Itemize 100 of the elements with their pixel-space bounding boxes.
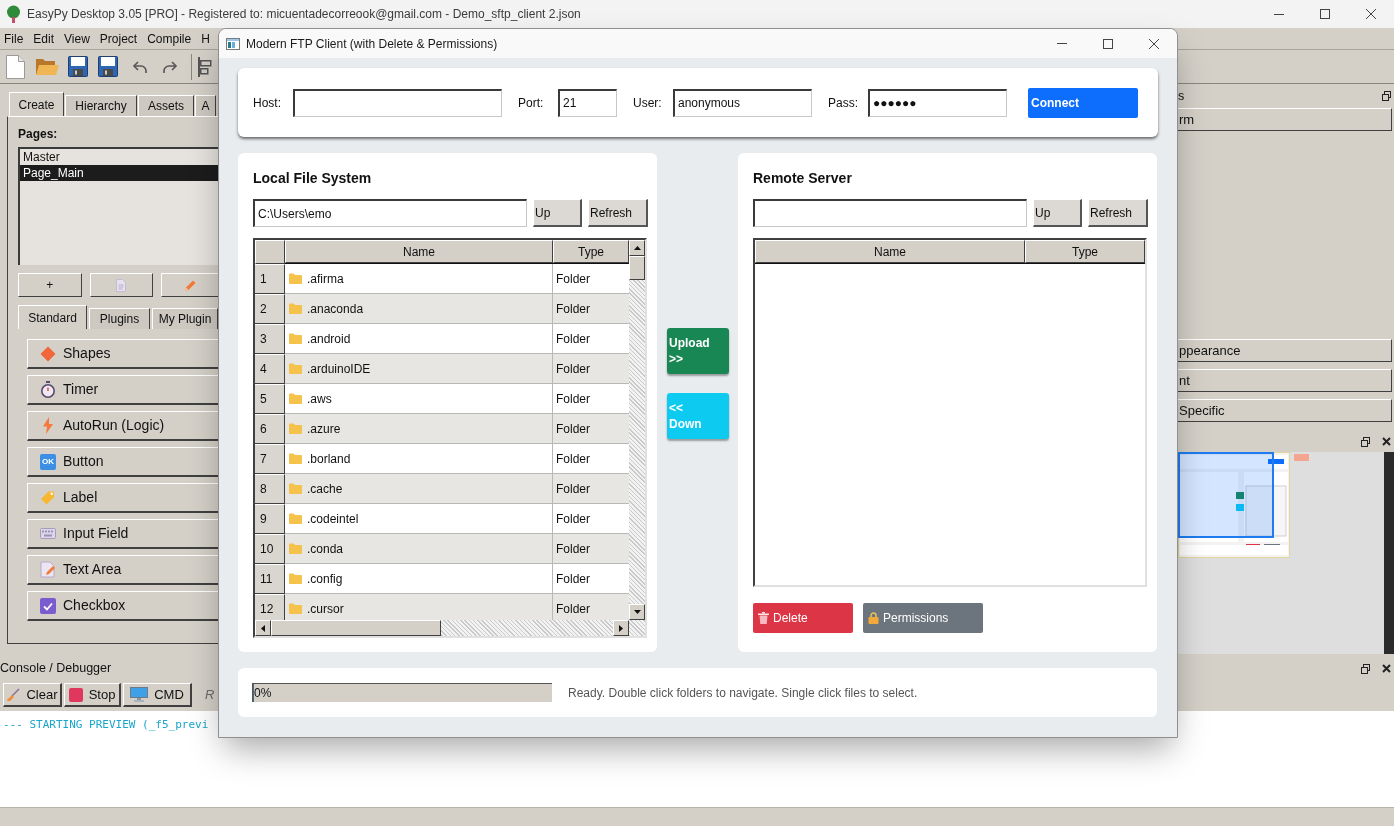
column-header[interactable]: Name xyxy=(285,240,553,263)
diamond-icon xyxy=(40,345,56,362)
component-button[interactable]: Checkbox xyxy=(27,591,218,621)
file-row[interactable]: 2 .anaconda Folder xyxy=(255,294,629,324)
restore-icon[interactable] xyxy=(1361,663,1370,674)
scrollbar-thumb[interactable] xyxy=(629,256,645,280)
refresh-button[interactable]: Refresh xyxy=(588,199,648,227)
section-button[interactable]: Specific xyxy=(1178,399,1392,422)
file-name: .borland xyxy=(307,450,351,468)
up-button[interactable]: Up xyxy=(1033,199,1082,227)
up-button[interactable]: Up xyxy=(533,199,582,227)
column-header[interactable]: Type xyxy=(553,240,629,263)
path-field[interactable] xyxy=(753,199,1027,227)
component-button[interactable]: Label xyxy=(27,483,218,513)
input-field[interactable]: 21 xyxy=(558,88,617,117)
tab[interactable]: Standard xyxy=(18,305,87,329)
action-button[interactable]: Permissions xyxy=(863,603,983,633)
run-status-text: R xyxy=(205,686,215,705)
file-row[interactable]: 1 .afirma Folder xyxy=(255,264,629,294)
input-field[interactable]: ●●●●●● xyxy=(868,88,1007,117)
column-header[interactable]: Type xyxy=(1025,240,1145,263)
align-left-icon[interactable] xyxy=(198,56,212,77)
checkbox-icon xyxy=(40,597,56,614)
scroll-down-button[interactable] xyxy=(629,604,645,620)
file-row[interactable]: 3 .android Folder xyxy=(255,324,629,354)
triangle-up-icon xyxy=(632,243,642,253)
marker-icon xyxy=(1294,454,1309,461)
file-row[interactable]: 7 .borland Folder xyxy=(255,444,629,474)
tab[interactable]: Hierarchy xyxy=(65,95,137,116)
console-button[interactable]: Stop xyxy=(64,683,121,707)
scroll-right-button[interactable] xyxy=(613,620,629,636)
row-number-cell: 5 xyxy=(255,384,285,414)
tab[interactable]: My Plugin xyxy=(152,308,218,329)
component-button[interactable]: Input Field xyxy=(27,519,218,549)
close-icon[interactable] xyxy=(1382,664,1391,673)
input-field[interactable] xyxy=(293,88,502,117)
menu-item[interactable]: Compile xyxy=(147,29,192,48)
file-row[interactable]: 4 .arduinoIDE Folder xyxy=(255,354,629,384)
add-page-button[interactable]: + xyxy=(18,273,82,297)
triangle-right-icon xyxy=(616,623,626,633)
delete-button[interactable]: Delete xyxy=(753,603,853,633)
scroll-up-button[interactable] xyxy=(629,240,645,256)
component-button[interactable]: Timer xyxy=(27,375,218,405)
input-field[interactable]: anonymous xyxy=(673,88,812,117)
file-row[interactable]: 8 .cache Folder xyxy=(255,474,629,504)
tab[interactable]: A xyxy=(195,95,216,116)
file-row[interactable]: 10 .conda Folder xyxy=(255,534,629,564)
path-field[interactable]: C:\Users\emo xyxy=(253,199,527,227)
console-title: Console / Debugger xyxy=(0,660,112,678)
vertical-scrollbar[interactable] xyxy=(629,240,645,620)
transfer-button[interactable]: Upload >> xyxy=(667,328,729,374)
file-row[interactable]: 12 .cursor Folder xyxy=(255,594,629,620)
save-icon[interactable] xyxy=(98,56,118,77)
file-row[interactable]: 6 .azure Folder xyxy=(255,414,629,444)
section-button[interactable]: ppearance xyxy=(1178,339,1392,362)
scroll-left-button[interactable] xyxy=(255,620,271,636)
refresh-button[interactable]: Refresh xyxy=(1088,199,1148,227)
redo-icon[interactable] xyxy=(162,58,178,75)
console-button[interactable]: CMD xyxy=(123,683,192,707)
menu-item[interactable]: Project xyxy=(99,29,138,48)
close-icon[interactable] xyxy=(1382,437,1391,446)
connect-button[interactable]: Connect xyxy=(1028,87,1138,118)
component-button[interactable]: Shapes xyxy=(27,339,218,369)
tab[interactable]: Create xyxy=(9,92,64,116)
restore-icon[interactable] xyxy=(1361,436,1370,447)
file-name: .arduinoIDE xyxy=(307,360,371,378)
file-row[interactable]: 9 .codeintel Folder xyxy=(255,504,629,534)
restore-icon[interactable] xyxy=(1382,91,1391,101)
triangle-down-icon xyxy=(632,607,642,617)
list-item[interactable]: Page_Main xyxy=(20,165,218,181)
file-name: .conda xyxy=(307,540,344,558)
menu-item[interactable]: View xyxy=(64,29,90,48)
row-number-cell: 3 xyxy=(255,324,285,354)
list-item[interactable]: Master xyxy=(20,149,218,165)
new-document-icon[interactable] xyxy=(6,54,25,79)
minimize-icon xyxy=(1274,13,1284,15)
trash-icon xyxy=(758,612,769,624)
component-button[interactable]: OK Button xyxy=(27,447,218,477)
folder-icon xyxy=(289,303,302,314)
edit-button[interactable] xyxy=(161,273,218,297)
section-button[interactable]: rm xyxy=(1178,108,1392,131)
tab[interactable]: Plugins xyxy=(89,308,150,329)
horizontal-scrollbar[interactable] xyxy=(255,620,629,636)
component-button[interactable]: Text Area xyxy=(27,555,218,585)
scrollbar-thumb[interactable] xyxy=(271,620,441,636)
menu-item[interactable]: Edit xyxy=(33,29,55,48)
column-header[interactable]: Name xyxy=(755,240,1025,263)
section-button[interactable]: nt xyxy=(1178,369,1392,392)
menu-item[interactable]: H xyxy=(201,29,210,48)
save-icon[interactable] xyxy=(68,56,88,77)
tab[interactable]: Assets xyxy=(138,95,194,116)
file-row[interactable]: 5 .aws Folder xyxy=(255,384,629,414)
maximize-icon xyxy=(1320,9,1330,19)
file-row[interactable]: 11 .config Folder xyxy=(255,564,629,594)
field-label: Pass: xyxy=(828,94,858,112)
menu-item[interactable]: File xyxy=(4,29,24,48)
console-button[interactable]: Clear xyxy=(3,683,62,707)
component-button[interactable]: AutoRun (Logic) xyxy=(27,411,218,441)
undo-icon[interactable] xyxy=(132,58,148,75)
document-button[interactable] xyxy=(89,273,154,297)
